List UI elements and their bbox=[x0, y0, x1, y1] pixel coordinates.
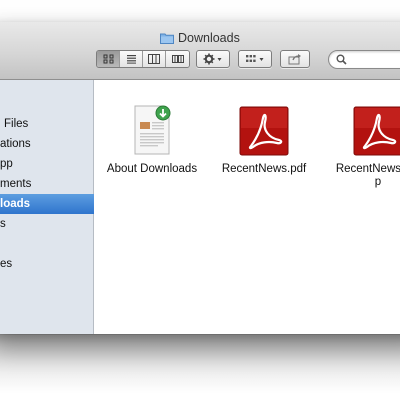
sidebar-item-applications[interactable]: ations bbox=[0, 134, 94, 154]
sidebar-item-app[interactable]: pp bbox=[0, 154, 94, 174]
sidebar-item-6[interactable] bbox=[0, 234, 94, 254]
sidebar-item-7[interactable]: es bbox=[0, 254, 94, 274]
file-browser-area[interactable]: About Downloads RecentNews.pdf RecentNew… bbox=[94, 80, 400, 334]
pdf-icon bbox=[353, 104, 400, 156]
view-mode-selector[interactable] bbox=[96, 50, 190, 68]
window-reflection bbox=[0, 335, 400, 400]
sidebar-item-label: es bbox=[0, 258, 13, 270]
file-item[interactable]: RecentNews.pdf p bbox=[330, 104, 400, 189]
file-item[interactable]: About Downloads bbox=[104, 104, 200, 176]
sidebar-item-5[interactable]: s bbox=[0, 214, 94, 234]
sidebar-item-documents[interactable]: ments bbox=[0, 174, 94, 194]
arrange-menu-button[interactable] bbox=[238, 50, 272, 68]
gear-icon bbox=[203, 53, 222, 65]
search-icon bbox=[336, 54, 347, 65]
file-name: About Downloads bbox=[106, 163, 198, 175]
cover-flow-icon bbox=[171, 55, 184, 63]
icon-view-button[interactable] bbox=[97, 51, 120, 67]
sidebar-item-label: ments bbox=[0, 178, 32, 190]
sidebar-item-label: pp bbox=[0, 158, 13, 170]
window-title: Downloads bbox=[160, 30, 240, 46]
screen: Downloads Files ations pp ments loads s … bbox=[0, 0, 400, 400]
sidebar-item-label: loads bbox=[0, 198, 31, 210]
share-button[interactable] bbox=[280, 50, 310, 68]
finder-window: Downloads Files ations pp ments loads s … bbox=[0, 22, 400, 334]
pdf-icon bbox=[239, 104, 289, 156]
sidebar: Files ations pp ments loads s es bbox=[0, 80, 94, 334]
list-view-button[interactable] bbox=[120, 51, 143, 67]
column-view-icon bbox=[148, 54, 160, 64]
file-name: RecentNews.pdf bbox=[335, 163, 400, 175]
toolbar: Downloads bbox=[0, 22, 400, 80]
file-name-line2: p bbox=[374, 176, 382, 188]
window-title-text: Downloads bbox=[178, 31, 240, 45]
share-icon bbox=[288, 54, 301, 65]
document-icon bbox=[127, 104, 177, 156]
file-item[interactable]: RecentNews.pdf bbox=[216, 104, 312, 176]
cover-flow-button[interactable] bbox=[166, 51, 189, 67]
file-name: RecentNews.pdf bbox=[221, 163, 307, 175]
folder-icon bbox=[160, 32, 174, 44]
search-field[interactable] bbox=[328, 50, 400, 69]
list-view-icon bbox=[126, 55, 136, 64]
action-menu-button[interactable] bbox=[196, 50, 230, 68]
icon-view-icon bbox=[103, 54, 113, 64]
grid-icon bbox=[246, 55, 264, 62]
sidebar-item-label: s bbox=[0, 218, 6, 230]
sidebar-item-files[interactable]: Files bbox=[0, 114, 94, 134]
sidebar-item-label: ations bbox=[0, 138, 31, 150]
sidebar-item-label: Files bbox=[4, 118, 29, 130]
column-view-button[interactable] bbox=[143, 51, 166, 67]
sidebar-item-downloads[interactable]: loads bbox=[0, 194, 94, 214]
